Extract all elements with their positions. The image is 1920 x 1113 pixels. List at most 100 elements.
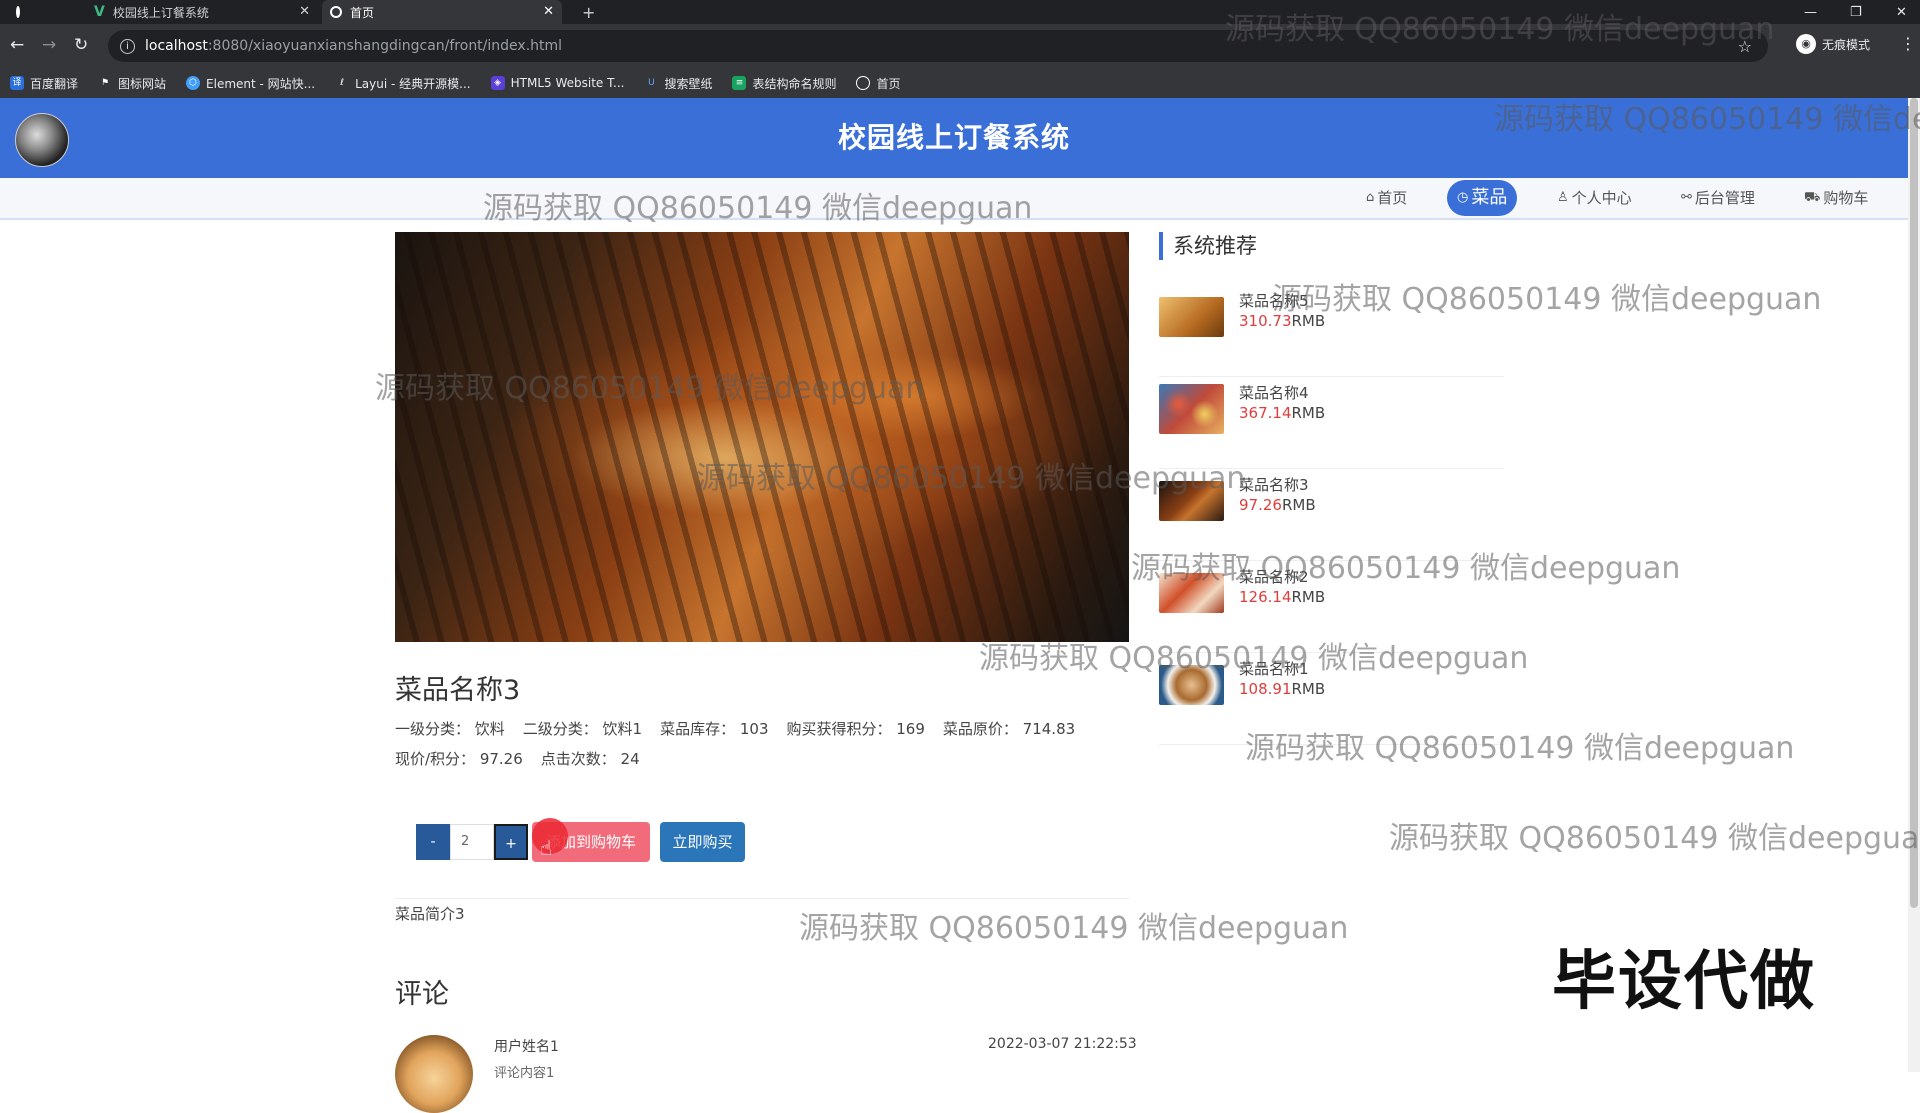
price-value: 108.91 (1239, 680, 1292, 698)
recommend-title: 系统推荐 (1159, 232, 1257, 260)
bookmark-label: HTML5 Website T... (510, 76, 625, 90)
forward-icon[interactable]: → (42, 35, 56, 55)
bookmark-label: 图标网站 (118, 76, 167, 91)
close-window-button[interactable]: ✕ (1896, 0, 1907, 24)
bookmark-item[interactable]: ℓ Layui - 经典开源模... (335, 75, 470, 92)
watermark: 源码获取 QQ86050149 微信deepguan (696, 461, 1246, 496)
close-tab-icon[interactable]: ✕ (543, 4, 554, 19)
minimize-button[interactable]: — (1804, 0, 1817, 24)
bookmark-item[interactable]: ◈ HTML5 Website T... (490, 76, 625, 90)
bookmark-item[interactable]: 首页 (856, 75, 901, 92)
watermark: 源码获取 QQ86050149 微信deepguan (1245, 731, 1795, 766)
nav-label: 首页 (1377, 189, 1408, 207)
user-icon: ♙ (1557, 190, 1569, 205)
spec-subcategory: 二级分类： 饮料1 (522, 720, 643, 738)
watermark: 源码获取 QQ86050149 微信deepguan (1494, 102, 1920, 137)
recommend-name: 菜品名称4 (1239, 384, 1309, 402)
globe-icon (330, 6, 342, 18)
comment-user: 用户姓名1 (494, 1039, 559, 1055)
watermark: 源码获取 QQ86050149 微信deepguan (799, 911, 1349, 946)
bookmark-item[interactable]: 译百度翻译 (10, 75, 78, 92)
dish-specs: 一级分类： 饮料 二级分类： 饮料1 菜品库存： 103 购买获得积分： 169 菜品原… (395, 714, 1135, 774)
spec-original-price: 菜品原价： 714.83 (942, 720, 1076, 738)
watermark: 源码获取 QQ86050149 微信deepguan (1131, 551, 1681, 586)
menu-icon[interactable]: ⋮ (1900, 34, 1916, 53)
spec-price: 现价/积分： 97.26 (395, 750, 523, 768)
nav-dishes[interactable]: ◷ 菜品 (1447, 180, 1518, 216)
nav-label: 菜品 (1471, 187, 1508, 208)
recommend-price: 108.91RMB (1239, 680, 1325, 698)
tab-title: 首页 (350, 5, 375, 20)
back-icon[interactable]: ← (10, 35, 24, 55)
dish-intro: 菜品简介3 (395, 905, 465, 923)
comment-time: 2022-03-07 21:22:53 (988, 1036, 1137, 1052)
nav-label: 购物车 (1823, 189, 1869, 207)
nav-profile[interactable]: ♙ 个人中心 (1557, 178, 1632, 218)
price-unit: RMB (1291, 588, 1326, 606)
dish-image (395, 232, 1129, 642)
pinned-tab[interactable] (8, 0, 48, 24)
tab-title: 校园线上订餐系统 (112, 5, 209, 20)
element-icon: ⬡ (186, 76, 201, 90)
sheet-icon: ≡ (732, 76, 747, 90)
bookmark-label: 首页 (876, 76, 901, 91)
watermark-stamp: 毕设代做 (1552, 945, 1816, 1019)
close-tab-icon[interactable]: ✕ (299, 4, 310, 19)
divider (395, 898, 1129, 899)
nav-admin[interactable]: ⚯ 后台管理 (1681, 178, 1755, 218)
grill-texture (395, 232, 1129, 642)
bookmark-label: 百度翻译 (30, 76, 79, 91)
nav-cart[interactable]: ⛟ 购物车 (1804, 178, 1868, 218)
bookmark-item[interactable]: U 搜索壁纸 (644, 75, 712, 92)
layui-icon: ℓ (340, 78, 344, 88)
price-unit: RMB (1291, 404, 1326, 422)
info-icon[interactable]: i (120, 38, 135, 54)
watermark: 源码获取 QQ86050149 微信deepguan (979, 641, 1529, 676)
quantity-input[interactable]: 2 (450, 824, 494, 860)
bookmark-label: Element - 网站快... (206, 76, 316, 91)
decrease-button[interactable]: - (416, 824, 450, 860)
bookmark-item[interactable]: ⬡ Element - 网站快... (186, 75, 315, 92)
spec-category: 一级分类： 饮料 (395, 720, 505, 738)
recommend-price: 126.14RMB (1239, 588, 1325, 606)
bookmark-item[interactable]: ≡ 表结构命名规则 (732, 75, 836, 92)
cart-icon: ⛟ (1804, 190, 1821, 205)
recommend-name: 菜品名称3 (1239, 476, 1309, 494)
incognito-icon: ◉ (1796, 34, 1816, 54)
spec-points: 购买获得积分： 169 (786, 720, 925, 738)
globe-icon (16, 6, 20, 18)
price-value: 126.14 (1239, 588, 1292, 606)
watermark: 源码获取 QQ86050149 微信deepguan (483, 191, 1033, 226)
clock-icon: ◷ (1457, 190, 1469, 205)
flag-icon: ⚑ (100, 78, 110, 88)
price-unit: RMB (1281, 496, 1316, 514)
profile-label: 无痕模式 (1822, 37, 1871, 52)
buy-now-button[interactable]: 立即购买 (660, 822, 745, 862)
nav-label: 后台管理 (1694, 189, 1755, 207)
price-unit: RMB (1291, 680, 1326, 698)
specs-row: 现价/积分： 97.26 点击次数： 24 (395, 744, 1135, 774)
recommend-price: 97.26RMB (1239, 496, 1316, 514)
price-value: 367.14 (1239, 404, 1292, 422)
profile-button[interactable]: ◉ 无痕模式 (1796, 34, 1870, 54)
tab-system[interactable]: V 校园线上订餐系统 ✕ (86, 0, 318, 24)
recommend-thumbnail (1159, 297, 1224, 337)
url-host: localhost (145, 38, 208, 54)
reload-icon[interactable]: ↻ (74, 35, 88, 55)
bookmark-label: 搜索壁纸 (664, 76, 713, 91)
vue-icon: V (94, 4, 105, 20)
spec-clicks: 点击次数： 24 (540, 750, 640, 768)
watermark: 源码获取 QQ86050149 微信deepguan (375, 371, 925, 406)
hand-cursor-icon: ☝ (540, 836, 553, 860)
increase-button[interactable]: + (494, 824, 528, 860)
new-tab-button[interactable]: + (574, 0, 603, 24)
nav-home[interactable]: ⌂ 首页 (1366, 178, 1407, 218)
bookmark-label: Layui - 经典开源模... (355, 76, 471, 91)
price-value: 97.26 (1239, 496, 1282, 514)
tab-home[interactable]: 首页 ✕ (322, 0, 562, 24)
restore-button[interactable]: ❐ (1850, 0, 1862, 24)
nav-label: 个人中心 (1571, 189, 1632, 207)
bookmark-item[interactable]: ⚑ 图标网站 (98, 75, 166, 92)
scrollbar-thumb[interactable] (1910, 98, 1918, 908)
page-scrollbar[interactable] (1908, 98, 1920, 1072)
